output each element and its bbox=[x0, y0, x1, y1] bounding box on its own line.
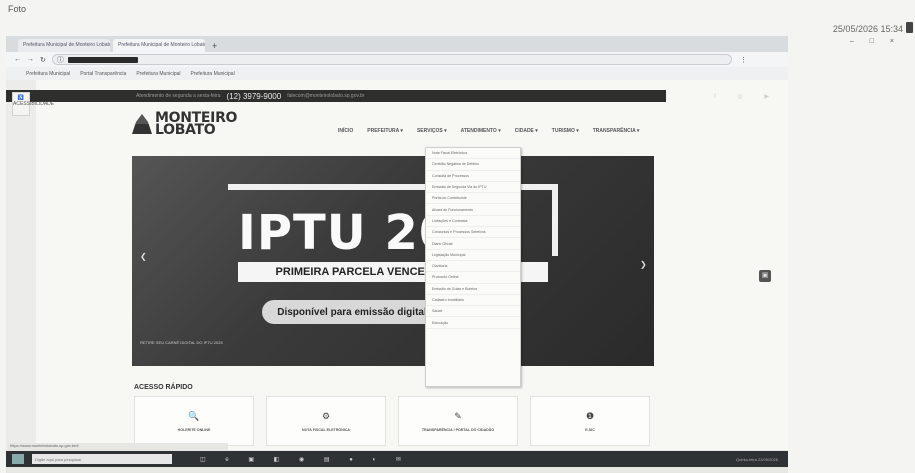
left-strip bbox=[6, 80, 36, 450]
system-tray[interactable]: Quinta-feira 22/05/2026 bbox=[736, 457, 778, 462]
trash-icon[interactable] bbox=[906, 22, 913, 33]
dropdown-item[interactable]: Portal do Contribuinte bbox=[426, 193, 520, 205]
accessibility-label: ACESSIBILIDADE bbox=[13, 101, 54, 107]
dropdown-item[interactable]: Consulta de Processos bbox=[426, 171, 520, 182]
chat-button-icon[interactable]: ▣ bbox=[759, 270, 771, 282]
nav-item-servicos[interactable]: SERVIÇOS ▾ bbox=[417, 128, 447, 134]
nav-item-atendimento[interactable]: ATENDIMENTO ▾ bbox=[461, 128, 501, 134]
card-label: E-SIC bbox=[585, 427, 595, 432]
photo-timestamp: 25/05/2026 15:34 bbox=[832, 24, 903, 34]
dropdown-item[interactable]: Nota Fiscal Eletrônica bbox=[426, 148, 520, 160]
start-button-icon[interactable] bbox=[12, 454, 24, 464]
back-icon[interactable]: ← bbox=[14, 56, 21, 63]
os-taskbar: Digite aqui para pesquisar ◫ e ▣ ◧ ◉ ▤ ●… bbox=[6, 451, 788, 467]
dropdown-item[interactable]: Emissão de Segunda Via do IPTU bbox=[426, 182, 520, 194]
topbar-contact: Atendimento de segunda a sexta-feira bbox=[136, 93, 221, 99]
card-label: HOLERITE ONLINE bbox=[177, 427, 211, 432]
url-redacted bbox=[67, 56, 138, 63]
site-top-bar: Atendimento de segunda a sexta-feira (12… bbox=[6, 90, 666, 102]
bookmark-item[interactable]: Prefeitura Municipal bbox=[26, 71, 70, 77]
nav-item-cidade[interactable]: CIDADE ▾ bbox=[515, 128, 538, 134]
logo-mark-icon bbox=[132, 114, 152, 134]
browser-tab-bar: Prefeitura Municipal de Monteiro Lobato … bbox=[6, 36, 788, 52]
bookmark-item[interactable]: Prefeitura Municipal bbox=[136, 71, 180, 77]
quick-access-card[interactable]: 🔍 HOLERITE ONLINE bbox=[134, 396, 254, 446]
address-bar-row: ← → ↻ ⓘ ⋮ bbox=[6, 52, 788, 67]
dropdown-item[interactable]: Emissão de Guias e Boletos bbox=[426, 284, 520, 295]
nav-item-turismo[interactable]: TURISMO ▾ bbox=[552, 128, 579, 134]
menu-icon[interactable]: ⋮ bbox=[740, 56, 747, 64]
window-controls[interactable]: – □ × bbox=[850, 38, 901, 45]
taskbar-app-icons[interactable]: ◫ e ▣ ◧ ◉ ▤ ● ◐ ✉ bbox=[200, 456, 410, 463]
bookmarks-bar: Prefeitura Municipal Portal Transparênci… bbox=[6, 67, 788, 80]
browser-tab-active[interactable]: Prefeitura Municipal de Monteiro Lobato bbox=[113, 39, 205, 52]
quick-access-card[interactable]: ✎ TRANSPARÊNCIA / PORTAL DO CIDADÃO bbox=[398, 396, 518, 446]
nav-item-transparencia[interactable]: TRANSPARÊNCIA ▾ bbox=[593, 128, 640, 134]
search-icon: 🔍 bbox=[188, 410, 200, 421]
dropdown-item[interactable]: Diário Oficial bbox=[426, 238, 520, 250]
quick-access-title: ACESSO RÁPIDO bbox=[134, 384, 193, 391]
topbar-email[interactable]: falecom@monteirolobato.sp.gov.br bbox=[287, 93, 364, 99]
hero-caption: RETIRE SEU CARNÊ DIGITAL DO IPTU 2025 bbox=[140, 340, 223, 345]
status-url: https://www.monteirolobato.sp.gov.br/# bbox=[8, 443, 228, 451]
dropdown-item[interactable]: Cadastro Imobiliário bbox=[426, 295, 520, 307]
nav-item-inicio[interactable]: INÍCIO bbox=[338, 128, 353, 134]
nav-item-prefeitura[interactable]: PREFEITURA ▾ bbox=[367, 128, 403, 134]
card-label: TRANSPARÊNCIA / PORTAL DO CIDADÃO bbox=[421, 427, 495, 432]
url-input[interactable]: ⓘ bbox=[51, 54, 732, 65]
photo-label: Foto bbox=[8, 4, 27, 14]
taskbar-search-input[interactable]: Digite aqui para pesquisar bbox=[32, 454, 172, 464]
bookmark-item[interactable]: Prefeitura Municipal bbox=[191, 71, 235, 77]
logo-text: MONTEIRO LOBATO bbox=[155, 110, 238, 138]
reload-icon[interactable]: ↻ bbox=[40, 56, 46, 64]
quick-access-card[interactable]: ❶ E-SIC bbox=[530, 396, 650, 446]
dropdown-item[interactable]: Concursos e Processos Seletivos bbox=[426, 227, 520, 239]
dropdown-item[interactable]: Licitações e Contratos bbox=[426, 216, 520, 228]
browser-tab[interactable]: Prefeitura Municipal de Monteiro Lobato bbox=[18, 39, 110, 52]
card-label: NOTA FISCAL ELETRÔNICA bbox=[301, 427, 351, 432]
dropdown-item[interactable]: Saúde bbox=[426, 306, 520, 318]
quick-access-card[interactable]: ⚙ NOTA FISCAL ELETRÔNICA bbox=[266, 396, 386, 446]
site-info-icon[interactable]: ⓘ bbox=[57, 55, 64, 65]
hero-pill[interactable]: Disponível para emissão digital bbox=[262, 300, 442, 324]
dropdown-item[interactable]: Certidão Negativa de Débitos bbox=[426, 159, 520, 171]
carousel-prev-icon[interactable]: ❮ bbox=[140, 252, 147, 261]
services-dropdown: Nota Fiscal Eletrônica Certidão Negativa… bbox=[425, 147, 521, 387]
site-logo[interactable]: MONTEIRO LOBATO bbox=[132, 110, 238, 138]
dropdown-item[interactable]: Educação bbox=[426, 317, 520, 329]
bookmark-item[interactable]: Portal Transparência bbox=[80, 71, 126, 77]
gear-icon: ⚙ bbox=[321, 410, 331, 421]
info-icon: ❶ bbox=[585, 410, 595, 421]
pen-icon: ✎ bbox=[454, 410, 462, 421]
social-icons[interactable]: f ◎ ▶ bbox=[714, 93, 779, 100]
new-tab-button[interactable]: + bbox=[208, 40, 221, 52]
dropdown-item[interactable]: Protocolo Online bbox=[426, 272, 520, 284]
accessibility-button[interactable]: ♿ ACESSIBILIDADE bbox=[12, 92, 54, 116]
dropdown-item[interactable]: Alvará de Funcionamento bbox=[426, 204, 520, 216]
forward-icon[interactable]: → bbox=[27, 56, 34, 63]
carousel-next-icon[interactable]: ❯ bbox=[640, 260, 647, 269]
dropdown-item[interactable]: Ouvidoria bbox=[426, 261, 520, 273]
main-nav: INÍCIO PREFEITURA ▾ SERVIÇOS ▾ ATENDIMEN… bbox=[338, 128, 639, 134]
topbar-phone[interactable]: (12) 3979-9000 bbox=[227, 92, 282, 101]
dropdown-item[interactable]: Legislação Municipal bbox=[426, 250, 520, 261]
